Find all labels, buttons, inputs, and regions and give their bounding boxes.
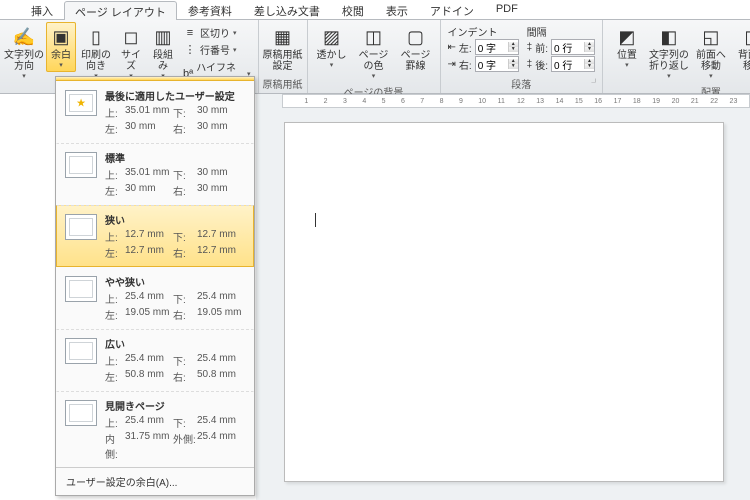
- margin-preset-2[interactable]: 狭い上:12.7 mm下:12.7 mm左:12.7 mm右:12.7 mm: [56, 205, 254, 267]
- tab-page-layout[interactable]: ページ レイアウト: [64, 1, 177, 20]
- orientation-icon: ▯: [84, 25, 108, 49]
- preset-icon: [65, 152, 97, 178]
- send-backward-button[interactable]: ◲背面へ 移動▾: [733, 22, 750, 83]
- tab-mailings[interactable]: 差し込み文書: [243, 0, 331, 19]
- columns-icon: ▥: [151, 25, 175, 49]
- lineno-icon: ⋮: [183, 43, 197, 57]
- bring-forward-button[interactable]: ◱前面へ 移動▾: [691, 22, 731, 83]
- margins-button[interactable]: ▣余白▾: [46, 22, 76, 72]
- spacing-title: 間隔: [527, 24, 595, 39]
- group-genkou-label: 原稿用紙: [263, 75, 303, 93]
- indent-right-input[interactable]: ▲▼: [475, 56, 519, 72]
- group-paragraph-label: 段落: [445, 75, 598, 93]
- space-after-input[interactable]: ▲▼: [551, 56, 595, 72]
- margins-icon: ▣: [49, 25, 73, 49]
- page-color-icon: ◫: [362, 25, 386, 49]
- preset-icon: [65, 214, 97, 240]
- preset-title: 標準: [105, 150, 245, 165]
- page-border-icon: ▢: [404, 25, 428, 49]
- space-after-icon: ‡: [527, 59, 533, 70]
- watermark-button[interactable]: ▨透かし▾: [312, 22, 352, 72]
- preset-title: やや狭い: [105, 274, 245, 289]
- breaks-icon: ≡: [183, 26, 197, 40]
- wrap-icon: ◧: [657, 25, 681, 49]
- preset-list: 最後に適用したユーザー設定上:35.01 mm下:30 mm左:30 mm右:3…: [56, 81, 254, 467]
- margin-preset-1[interactable]: 標準上:35.01 mm下:30 mm左:30 mm右:30 mm: [56, 143, 254, 205]
- tab-references[interactable]: 参考資料: [177, 0, 243, 19]
- page-color-button[interactable]: ◫ページの色▾: [354, 22, 394, 83]
- document-page[interactable]: [284, 122, 724, 482]
- space-before-icon: ‡: [527, 42, 533, 53]
- horizontal-ruler[interactable]: 1234567891011121314151617181920212223: [282, 94, 750, 108]
- columns-button[interactable]: ▥段組み▾: [148, 22, 178, 83]
- text-direction-button[interactable]: ✍文字列の 方向▾: [4, 22, 44, 83]
- indent-right-icon: ⇥: [448, 59, 456, 70]
- margin-preset-0[interactable]: 最後に適用したユーザー設定上:35.01 mm下:30 mm左:30 mm右:3…: [56, 81, 254, 143]
- size-icon: ◻: [119, 25, 143, 49]
- ribbon-tabs: 挿入 ページ レイアウト 参考資料 差し込み文書 校閲 表示 アドイン PDF: [0, 0, 750, 20]
- orientation-button[interactable]: ▯印刷の 向き▾: [78, 22, 114, 83]
- document-area: [256, 94, 750, 500]
- tab-addin[interactable]: アドイン: [419, 0, 485, 19]
- preset-icon: [65, 338, 97, 364]
- preset-icon: [65, 400, 97, 426]
- preset-title: 広い: [105, 336, 245, 351]
- tab-pdf[interactable]: PDF: [485, 0, 529, 19]
- margins-dropdown: 最後に適用したユーザー設定上:35.01 mm下:30 mm左:30 mm右:3…: [55, 76, 255, 496]
- position-icon: ◩: [615, 25, 639, 49]
- genkou-icon: ▦: [271, 25, 295, 49]
- preset-title: 見開きページ: [105, 398, 245, 413]
- tab-insert[interactable]: 挿入: [20, 0, 64, 19]
- indent-left-icon: ⇤: [448, 42, 456, 53]
- tab-view[interactable]: 表示: [375, 0, 419, 19]
- position-button[interactable]: ◩位置▾: [607, 22, 647, 72]
- text-cursor: [315, 213, 316, 227]
- forward-icon: ◱: [699, 25, 723, 49]
- preset-title: 最後に適用したユーザー設定: [105, 88, 245, 103]
- space-before-input[interactable]: ▲▼: [551, 39, 595, 55]
- indent-title: インデント: [448, 24, 519, 39]
- margin-preset-5[interactable]: 見開きページ上:25.4 mm下:25.4 mm内側:31.75 mm外側:25…: [56, 391, 254, 467]
- margin-preset-3[interactable]: やや狭い上:25.4 mm下:25.4 mm左:19.05 mm右:19.05 …: [56, 267, 254, 329]
- page-borders-button[interactable]: ▢ページ 罫線: [396, 22, 436, 75]
- margin-preset-4[interactable]: 広い上:25.4 mm下:25.4 mm左:50.8 mm右:50.8 mm: [56, 329, 254, 391]
- breaks-button[interactable]: ≡区切り▾: [180, 24, 254, 41]
- size-button[interactable]: ◻サイズ▾: [116, 22, 146, 83]
- preset-title: 狭い: [105, 212, 245, 227]
- watermark-icon: ▨: [320, 25, 344, 49]
- wrap-text-button[interactable]: ◧文字列の 折り返し▾: [649, 22, 689, 83]
- preset-icon: [65, 90, 97, 116]
- preset-icon: [65, 276, 97, 302]
- tab-review[interactable]: 校閲: [331, 0, 375, 19]
- line-numbers-button[interactable]: ⋮行番号▾: [180, 41, 254, 58]
- genkou-button[interactable]: ▦原稿用紙 設定: [263, 22, 303, 75]
- backward-icon: ◲: [741, 25, 750, 49]
- indent-left-input[interactable]: ▲▼: [475, 39, 519, 55]
- custom-margins-item[interactable]: ユーザー設定の余白(A)...: [56, 467, 254, 495]
- text-direction-icon: ✍: [12, 25, 36, 49]
